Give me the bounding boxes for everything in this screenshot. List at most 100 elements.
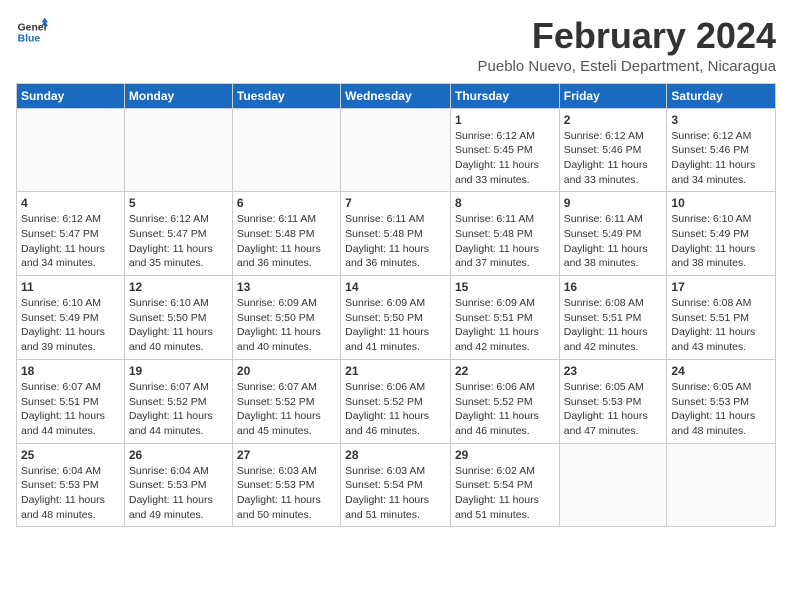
calendar-cell: 27 Sunrise: 6:03 AMSunset: 5:53 PMDayligh… <box>232 443 340 527</box>
column-header-tuesday: Tuesday <box>232 83 340 108</box>
calendar-cell: 11 Sunrise: 6:10 AMSunset: 5:49 PMDayligh… <box>17 276 125 360</box>
svg-text:Blue: Blue <box>18 34 41 45</box>
day-number: 18 <box>21 364 120 378</box>
calendar-cell: 24 Sunrise: 6:05 AMSunset: 5:53 PMDayligh… <box>667 359 776 443</box>
column-header-thursday: Thursday <box>450 83 559 108</box>
day-number: 15 <box>455 280 555 294</box>
day-number: 21 <box>345 364 446 378</box>
column-header-saturday: Saturday <box>667 83 776 108</box>
day-number: 29 <box>455 448 555 462</box>
day-detail: Sunrise: 6:09 AMSunset: 5:50 PMDaylight:… <box>345 296 446 355</box>
day-number: 3 <box>671 113 771 127</box>
header-section: General Blue February 2024 Pueblo Nuevo,… <box>16 16 776 75</box>
calendar-cell <box>124 108 232 192</box>
calendar-cell: 8 Sunrise: 6:11 AMSunset: 5:48 PMDaylight… <box>450 192 559 276</box>
day-detail: Sunrise: 6:12 AMSunset: 5:46 PMDaylight:… <box>564 129 663 188</box>
calendar-week-row: 1 Sunrise: 6:12 AMSunset: 5:45 PMDaylight… <box>17 108 776 192</box>
day-detail: Sunrise: 6:05 AMSunset: 5:53 PMDaylight:… <box>671 380 771 439</box>
calendar-week-row: 18 Sunrise: 6:07 AMSunset: 5:51 PMDayligh… <box>17 359 776 443</box>
calendar-cell: 15Sunrise: 6:09 AMSunset: 5:51 PMDayligh… <box>450 276 559 360</box>
calendar-cell: 14 Sunrise: 6:09 AMSunset: 5:50 PMDayligh… <box>341 276 451 360</box>
day-detail: Sunrise: 6:07 AMSunset: 5:52 PMDaylight:… <box>129 380 228 439</box>
day-detail: Sunrise: 6:03 AMSunset: 5:53 PMDaylight:… <box>237 464 336 523</box>
day-detail: Sunrise: 6:09 AMSunset: 5:50 PMDaylight:… <box>237 296 336 355</box>
day-detail: Sunrise: 6:11 AMSunset: 5:48 PMDaylight:… <box>455 212 555 271</box>
logo-icon: General Blue <box>16 16 48 48</box>
day-detail: Sunrise: 6:10 AMSunset: 5:50 PMDaylight:… <box>129 296 228 355</box>
day-number: 17 <box>671 280 771 294</box>
day-detail: Sunrise: 6:07 AMSunset: 5:51 PMDaylight:… <box>21 380 120 439</box>
calendar-cell: 22 Sunrise: 6:06 AMSunset: 5:52 PMDayligh… <box>450 359 559 443</box>
day-number: 24 <box>671 364 771 378</box>
day-number: 22 <box>455 364 555 378</box>
calendar-cell: 5Sunrise: 6:12 AMSunset: 5:47 PMDaylight… <box>124 192 232 276</box>
calendar-cell: 18 Sunrise: 6:07 AMSunset: 5:51 PMDayligh… <box>17 359 125 443</box>
day-number: 12 <box>129 280 228 294</box>
day-detail: Sunrise: 6:11 AMSunset: 5:48 PMDaylight:… <box>345 212 446 271</box>
logo: General Blue <box>16 16 48 48</box>
day-number: 9 <box>564 196 663 210</box>
day-detail: Sunrise: 6:12 AMSunset: 5:45 PMDaylight:… <box>455 129 555 188</box>
day-number: 11 <box>21 280 120 294</box>
calendar-cell: 7 Sunrise: 6:11 AMSunset: 5:48 PMDaylight… <box>341 192 451 276</box>
day-number: 6 <box>237 196 336 210</box>
day-detail: Sunrise: 6:05 AMSunset: 5:53 PMDaylight:… <box>564 380 663 439</box>
day-detail: Sunrise: 6:12 AMSunset: 5:47 PMDaylight:… <box>21 212 120 271</box>
calendar-cell: 4 Sunrise: 6:12 AMSunset: 5:47 PMDaylight… <box>17 192 125 276</box>
column-header-monday: Monday <box>124 83 232 108</box>
calendar-cell: 28Sunrise: 6:03 AMSunset: 5:54 PMDayligh… <box>341 443 451 527</box>
day-number: 4 <box>21 196 120 210</box>
day-detail: Sunrise: 6:04 AMSunset: 5:53 PMDaylight:… <box>21 464 120 523</box>
calendar-cell: 26 Sunrise: 6:04 AMSunset: 5:53 PMDayligh… <box>124 443 232 527</box>
day-detail: Sunrise: 6:06 AMSunset: 5:52 PMDaylight:… <box>455 380 555 439</box>
column-header-friday: Friday <box>559 83 667 108</box>
calendar-cell: 12 Sunrise: 6:10 AMSunset: 5:50 PMDayligh… <box>124 276 232 360</box>
calendar-cell: 3 Sunrise: 6:12 AMSunset: 5:46 PMDaylight… <box>667 108 776 192</box>
day-number: 28 <box>345 448 446 462</box>
day-number: 20 <box>237 364 336 378</box>
calendar-cell <box>341 108 451 192</box>
calendar-body: 1 Sunrise: 6:12 AMSunset: 5:45 PMDaylight… <box>17 108 776 527</box>
calendar-cell: 16Sunrise: 6:08 AMSunset: 5:51 PMDayligh… <box>559 276 667 360</box>
calendar-header: SundayMondayTuesdayWednesdayThursdayFrid… <box>17 83 776 108</box>
day-number: 14 <box>345 280 446 294</box>
calendar-week-row: 11 Sunrise: 6:10 AMSunset: 5:49 PMDayligh… <box>17 276 776 360</box>
day-detail: Sunrise: 6:12 AMSunset: 5:46 PMDaylight:… <box>671 129 771 188</box>
day-number: 8 <box>455 196 555 210</box>
column-header-sunday: Sunday <box>17 83 125 108</box>
subtitle: Pueblo Nuevo, Esteli Department, Nicarag… <box>478 58 777 75</box>
calendar-cell: 10Sunrise: 6:10 AMSunset: 5:49 PMDayligh… <box>667 192 776 276</box>
calendar-week-row: 4 Sunrise: 6:12 AMSunset: 5:47 PMDaylight… <box>17 192 776 276</box>
day-number: 1 <box>455 113 555 127</box>
calendar-cell <box>667 443 776 527</box>
calendar-cell: 21 Sunrise: 6:06 AMSunset: 5:52 PMDayligh… <box>341 359 451 443</box>
main-title: February 2024 <box>478 16 777 56</box>
calendar-cell: 23Sunrise: 6:05 AMSunset: 5:53 PMDayligh… <box>559 359 667 443</box>
day-number: 2 <box>564 113 663 127</box>
day-number: 5 <box>129 196 228 210</box>
title-block: February 2024 Pueblo Nuevo, Esteli Depar… <box>478 16 777 75</box>
day-detail: Sunrise: 6:11 AMSunset: 5:49 PMDaylight:… <box>564 212 663 271</box>
day-number: 16 <box>564 280 663 294</box>
calendar-cell: 1 Sunrise: 6:12 AMSunset: 5:45 PMDaylight… <box>450 108 559 192</box>
day-detail: Sunrise: 6:08 AMSunset: 5:51 PMDaylight:… <box>671 296 771 355</box>
day-number: 7 <box>345 196 446 210</box>
day-detail: Sunrise: 6:02 AMSunset: 5:54 PMDaylight:… <box>455 464 555 523</box>
calendar-cell: 20 Sunrise: 6:07 AMSunset: 5:52 PMDayligh… <box>232 359 340 443</box>
calendar-cell: 13 Sunrise: 6:09 AMSunset: 5:50 PMDayligh… <box>232 276 340 360</box>
day-detail: Sunrise: 6:10 AMSunset: 5:49 PMDaylight:… <box>21 296 120 355</box>
day-number: 26 <box>129 448 228 462</box>
day-detail: Sunrise: 6:10 AMSunset: 5:49 PMDaylight:… <box>671 212 771 271</box>
day-detail: Sunrise: 6:06 AMSunset: 5:52 PMDaylight:… <box>345 380 446 439</box>
day-number: 27 <box>237 448 336 462</box>
calendar-cell <box>559 443 667 527</box>
column-header-wednesday: Wednesday <box>341 83 451 108</box>
day-detail: Sunrise: 6:04 AMSunset: 5:53 PMDaylight:… <box>129 464 228 523</box>
day-number: 25 <box>21 448 120 462</box>
calendar-cell <box>17 108 125 192</box>
calendar-cell <box>232 108 340 192</box>
day-number: 19 <box>129 364 228 378</box>
day-detail: Sunrise: 6:07 AMSunset: 5:52 PMDaylight:… <box>237 380 336 439</box>
day-number: 13 <box>237 280 336 294</box>
calendar-cell: 19 Sunrise: 6:07 AMSunset: 5:52 PMDayligh… <box>124 359 232 443</box>
